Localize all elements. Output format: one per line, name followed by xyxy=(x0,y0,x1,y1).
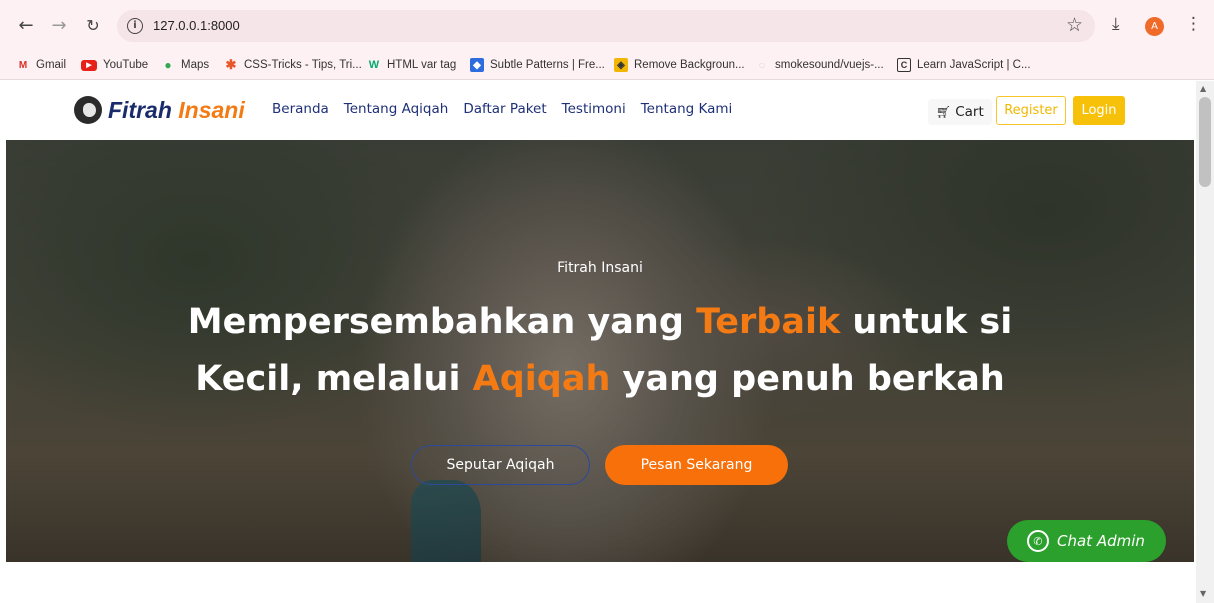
bookmark-subtle-patterns[interactable]: ◆ Subtle Patterns | Fre... xyxy=(470,50,605,80)
bookmark-github[interactable]: ○ smokesound/vuejs-... xyxy=(755,50,884,80)
chat-admin-button[interactable]: ✆ Chat Admin xyxy=(1007,520,1166,562)
gmail-icon: M xyxy=(18,59,28,71)
site-info-icon[interactable]: i xyxy=(127,18,143,34)
bookmark-learn-js[interactable]: C Learn JavaScript | C... xyxy=(897,50,1031,80)
site-navbar: Fitrah Insani Beranda Tentang Aqiqah Daf… xyxy=(0,81,1196,140)
bookmark-css-tricks[interactable]: ✱ CSS-Tricks - Tips, Tri... xyxy=(224,50,362,80)
maps-icon: ● xyxy=(164,58,172,72)
scroll-thumb[interactable] xyxy=(1199,97,1211,187)
menu-kebab-icon[interactable]: ⋮ xyxy=(1185,14,1202,34)
youtube-icon: ▶ xyxy=(81,59,97,71)
address-bar[interactable]: i 127.0.0.1:8000 ☆ xyxy=(117,10,1095,42)
nav-daftar-paket[interactable]: Daftar Paket xyxy=(463,101,546,117)
download-icon[interactable]: ⤓ xyxy=(1112,14,1120,34)
bookmark-label: Subtle Patterns | Fre... xyxy=(490,59,605,71)
bookmark-label: Gmail xyxy=(36,59,67,71)
main-menu: Beranda Tentang Aqiqah Daftar Paket Test… xyxy=(272,101,732,117)
bookmark-label: CSS-Tricks - Tips, Tri... xyxy=(244,59,362,71)
bookmark-star-icon[interactable]: ☆ xyxy=(1066,14,1083,36)
profile-avatar[interactable]: A xyxy=(1145,17,1164,36)
cart-icon: 🛒︎ xyxy=(936,105,952,119)
bookmark-label: YouTube xyxy=(103,59,149,71)
bookmarks-bar: M Gmail ▶ YouTube ● Maps ✱ CSS-Tricks - … xyxy=(0,50,1214,80)
headline-highlight: Terbaik xyxy=(696,302,841,342)
scroll-down-icon[interactable]: ▼ xyxy=(1200,589,1206,598)
login-button[interactable]: Login xyxy=(1073,96,1125,125)
reload-icon[interactable]: ↻ xyxy=(81,13,105,37)
nav-testimoni[interactable]: Testimoni xyxy=(562,101,626,117)
brand-name-part2: Insani xyxy=(178,96,245,123)
whatsapp-icon: ✆ xyxy=(1027,530,1049,552)
hero-headline: Mempersembahkan yang Terbaik untuk si Ke… xyxy=(6,294,1194,408)
github-icon: ○ xyxy=(758,58,766,72)
nav-tentang-aqiqah[interactable]: Tentang Aqiqah xyxy=(344,101,449,117)
bookmark-gmail[interactable]: M Gmail xyxy=(16,50,66,80)
headline-text: Mempersembahkan yang xyxy=(187,302,697,342)
w3-icon: W xyxy=(368,59,380,71)
bookmark-label: smokesound/vuejs-... xyxy=(775,59,884,71)
headline-highlight: Aqiqah xyxy=(472,359,611,399)
bookmark-label: Remove Backgroun... xyxy=(634,59,745,71)
web-page: Fitrah Insani Beranda Tentang Aqiqah Daf… xyxy=(0,81,1196,603)
nav-tentang-kami[interactable]: Tentang Kami xyxy=(641,101,733,117)
back-arrow-icon[interactable]: ← xyxy=(14,13,38,37)
subtle-patterns-icon: ◆ xyxy=(470,58,484,72)
pesan-sekarang-button[interactable]: Pesan Sekarang xyxy=(605,445,788,485)
bookmark-maps[interactable]: ● Maps xyxy=(161,50,209,80)
brand-logo[interactable]: Fitrah Insani xyxy=(74,96,245,124)
bookmark-label: Maps xyxy=(181,59,210,71)
headline-text: untuk si xyxy=(840,302,1013,342)
browser-toolbar: ← → ↻ i 127.0.0.1:8000 ☆ ⤓ A ⋮ xyxy=(0,0,1214,50)
remove-bg-icon: ◈ xyxy=(614,58,628,72)
scroll-up-icon[interactable]: ▲ xyxy=(1200,84,1206,93)
register-button[interactable]: Register xyxy=(996,96,1066,125)
headline-text: yang penuh berkah xyxy=(610,359,1005,399)
cart-button[interactable]: 🛒︎ Cart xyxy=(928,99,992,125)
hero-banner: Fitrah Insani Mempersembahkan yang Terba… xyxy=(6,140,1194,562)
bookmark-youtube[interactable]: ▶ YouTube xyxy=(81,50,148,80)
bookmark-html-var[interactable]: W HTML var tag xyxy=(367,50,456,80)
brand-name: Fitrah Insani xyxy=(108,97,245,124)
bookmark-label: Learn JavaScript | C... xyxy=(917,59,1031,71)
nav-beranda[interactable]: Beranda xyxy=(272,101,329,117)
bookmark-remove-bg[interactable]: ◈ Remove Backgroun... xyxy=(614,50,745,80)
forward-arrow-icon[interactable]: → xyxy=(47,13,71,37)
brand-name-part1: Fitrah xyxy=(108,96,172,123)
hero-kicker: Fitrah Insani xyxy=(557,260,643,276)
css-tricks-icon: ✱ xyxy=(225,57,237,72)
page-scrollbar[interactable]: ▲ ▼ xyxy=(1196,81,1214,603)
cart-label: Cart xyxy=(955,104,984,120)
url-text[interactable]: 127.0.0.1:8000 xyxy=(153,18,240,33)
codecademy-icon: C xyxy=(897,58,911,72)
seputar-aqiqah-button[interactable]: Seputar Aqiqah xyxy=(411,445,590,485)
sheep-logo-icon xyxy=(74,96,102,124)
chat-admin-label: Chat Admin xyxy=(1057,532,1145,550)
bookmark-label: HTML var tag xyxy=(387,59,457,71)
headline-text: Kecil, melalui xyxy=(195,359,473,399)
